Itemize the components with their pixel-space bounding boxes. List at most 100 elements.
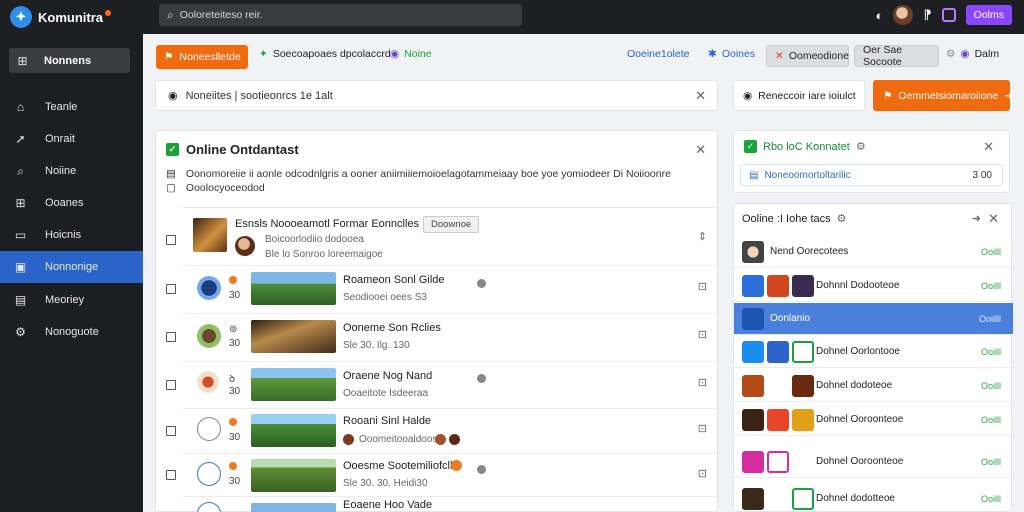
square-icon[interactable]: [941, 8, 956, 22]
row-count: 30: [229, 386, 241, 397]
outline-button-label: Reneccoir iare ioiulct: [758, 89, 856, 102]
checkbox[interactable]: [166, 470, 176, 480]
orange-action-button-label: Oemmetsiomaroiione: [898, 89, 999, 102]
app-title: Komunitra: [38, 9, 103, 25]
list-item[interactable]: Dohnel dodoteoe Ooilll: [734, 370, 1013, 402]
lock-icon[interactable]: ⊡: [698, 376, 707, 389]
close-icon: ✕: [775, 50, 784, 62]
toolbar-link-4[interactable]: ✱ Ooines: [708, 48, 755, 60]
sidebar-item-6[interactable]: ▣ Nonnonige: [0, 251, 143, 283]
avatar: [197, 417, 221, 441]
close-icon[interactable]: ✕: [695, 142, 706, 158]
top-action-button[interactable]: Oolms: [965, 5, 1012, 25]
lock-icon[interactable]: ⊡: [698, 422, 707, 435]
list-item-label: Nend Oorecotees: [770, 246, 849, 257]
right-panel-list-title: Ooline :I Iohe tacs ⚙: [742, 212, 847, 226]
list-item-selected[interactable]: Oonlanio Ooillll: [734, 303, 1013, 335]
bookmark-icon[interactable]: ⁋: [923, 7, 931, 23]
search-placeholder: Ooloreteiteso reir.: [179, 9, 263, 21]
sidebar-item-3[interactable]: ⌕ Noiine: [0, 155, 143, 187]
lock-icon[interactable]: ⊡: [698, 467, 707, 480]
logo-dot: [105, 10, 111, 16]
list-item[interactable]: 30 Ooesme Sootemiliofcllis Sle 30. 30. H…: [166, 454, 717, 497]
lock-icon[interactable]: ⊡: [698, 280, 707, 293]
checkbox[interactable]: [166, 380, 176, 390]
toolbar-gray-button-1[interactable]: ✕ Oomeodione: [766, 45, 849, 67]
list-item[interactable]: ⊚ 30 Ooneme Son Rclies Sle 30. Ilg. 130 …: [166, 314, 717, 362]
sidebar-item-8[interactable]: ⚙ Nonoguote: [0, 316, 143, 348]
status-badge[interactable]: Doownoe: [423, 216, 480, 233]
toolbar-link-2[interactable]: ◉ Noine: [390, 48, 432, 60]
panel-title-row: ✓ Online Ontdantast: [166, 142, 299, 157]
row-subtitle: Ooomeitooaldoos: [359, 434, 438, 445]
info-icon[interactable]: [477, 374, 486, 383]
toolbar-link-5[interactable]: ⚙ ◉ Dalm: [946, 48, 999, 60]
logo-icon: ✦: [10, 6, 32, 28]
list-item[interactable]: Dohnel dodotteoe Ooilll: [734, 483, 1013, 512]
checkbox[interactable]: [166, 426, 176, 436]
toolbar-link-5-label: Dalm: [974, 48, 1000, 60]
list-item-label: Dohnel dodotteoe: [816, 493, 895, 504]
close-icon[interactable]: ✕: [983, 139, 994, 155]
list-item[interactable]: Dohnel Ooroonteoe Ooilll: [734, 404, 1013, 436]
close-icon[interactable]: ✕: [988, 211, 999, 227]
arrow-icon: ➜: [1004, 89, 1014, 102]
expand-icon[interactable]: ⇕: [698, 230, 707, 243]
checkbox[interactable]: [166, 332, 176, 342]
toolbar-gray-button-2[interactable]: Oer Sae Socoote: [854, 44, 939, 68]
sidebar: ⊞ Nonnens ⌂ Teanle ➚ Onrait ⌕ Noiine ⊞ Ooane…: [0, 34, 143, 512]
right-panel-list-title-text: Ooline :I Iohe tacs: [742, 212, 831, 225]
sidebar-item-2[interactable]: ➚ Onrait: [0, 123, 143, 155]
list-item-value: Ooilll: [980, 415, 1001, 425]
right-panel-input[interactable]: ▤ Noneoomortoltarilic 3 00: [740, 164, 1003, 186]
outline-button[interactable]: ◉ Reneccoir iare ioiulct: [733, 80, 865, 111]
list-item[interactable]: ꝺ 30 Oraene Nog Nand Ooaeitote Isdeeraa …: [166, 362, 717, 409]
primary-button[interactable]: ⚑ Noneeslletde: [156, 45, 248, 69]
game-icon: [742, 308, 764, 330]
list-item[interactable]: 30 Rooani Sinl Halde Ooomeitooaldoos ⊡: [166, 409, 717, 454]
list-item[interactable]: Dohnel Ooroonteoe Ooilll: [734, 446, 1013, 478]
checkbox[interactable]: [166, 235, 176, 245]
arrow-icon[interactable]: ➜: [972, 212, 981, 225]
list-item-value: Ooilll: [980, 381, 1001, 391]
avatar: [235, 236, 255, 256]
game-icon: [742, 341, 764, 363]
sidebar-header[interactable]: ⊞ Nonnens: [9, 48, 130, 73]
list-item[interactable]: Dohnnl Dodooteoe Ooilll: [734, 270, 1013, 302]
game-icon: [792, 409, 814, 431]
sidebar-item-label: Nonnonige: [45, 261, 99, 273]
checkbox[interactable]: [166, 284, 176, 294]
panel-description-text: Oonomoreiie ii aonle odcodnlgris a ooner…: [185, 168, 671, 180]
list-item[interactable]: Esnsls Noooeamotl Formar Eonnclles Boico…: [166, 208, 717, 266]
notification-icon[interactable]: ◐: [876, 8, 884, 23]
info-icon[interactable]: [477, 279, 486, 288]
sidebar-item-5[interactable]: ▭ Hoicnis: [0, 219, 143, 251]
share-icon: ➚: [15, 132, 26, 146]
list-item[interactable]: Eoaene Hoo Vade: [183, 497, 717, 512]
check-icon: ✓: [744, 140, 757, 153]
lock-icon[interactable]: ⊡: [698, 328, 707, 341]
avatar[interactable]: [893, 5, 914, 25]
row-count: 30: [229, 338, 241, 349]
app-logo[interactable]: ✦ Komunitra: [0, 6, 143, 28]
info-icon[interactable]: [477, 465, 486, 474]
list-item-value: Ooilll: [980, 247, 1001, 257]
toolbar-link-3[interactable]: Ooeine1olete: [627, 48, 689, 60]
row-subtitle: Seodiooei oees S3: [343, 292, 427, 303]
list-item[interactable]: Nend Oorecotees Ooilll: [734, 236, 1013, 268]
sidebar-item-7[interactable]: ▤ Meoriey: [0, 284, 143, 316]
close-icon[interactable]: ✕: [695, 88, 706, 104]
search-input[interactable]: ⌕ Ooloreteiteso reir.: [159, 4, 522, 26]
orange-action-button[interactable]: ⚑ Oemmetsiomaroiione ➜: [873, 80, 1014, 111]
sidebar-item-label: Hoicnis: [45, 229, 82, 241]
game-icon: [742, 375, 764, 397]
toolbar-link-1[interactable]: ✦ Soecoapoaes dpcolaccrd: [259, 48, 391, 60]
sidebar-item-4[interactable]: ⊞ Ooanes: [0, 187, 143, 219]
avatar: [742, 241, 764, 263]
row-icon: ⊚: [229, 324, 238, 335]
list-item[interactable]: 30 Roameon Sonl Gilde Seodiooei oees S3 …: [166, 266, 717, 314]
list-item[interactable]: Dohnel Oorlontooe Ooilll: [734, 336, 1013, 368]
sidebar-item-1[interactable]: ⌂ Teanle: [0, 91, 143, 123]
row-thumbnail: [251, 368, 336, 401]
filter-bar[interactable]: ◉ Noneiites | sootieonrcs 1e 1alt ✕: [155, 80, 718, 111]
